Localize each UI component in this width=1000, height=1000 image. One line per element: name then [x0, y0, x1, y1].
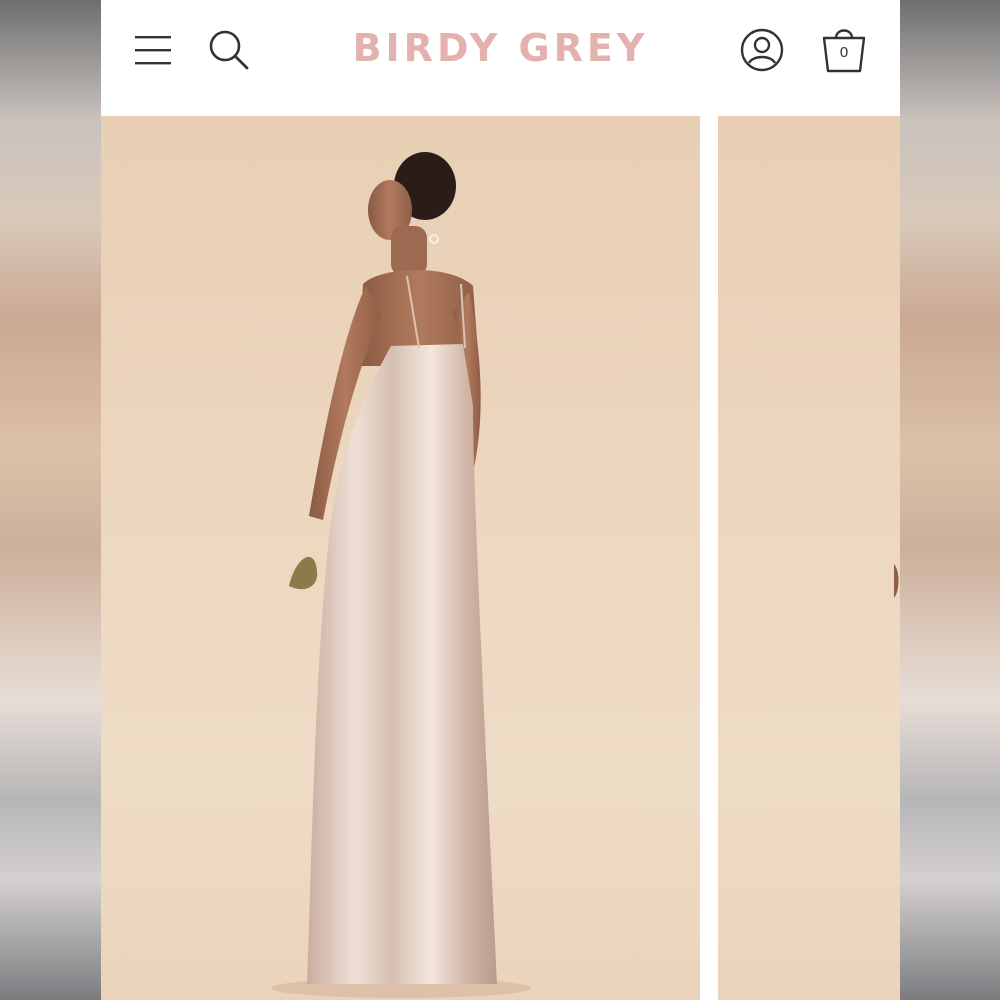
shopping-bag-button[interactable]: 0 — [819, 22, 869, 74]
product-image-gallery[interactable] — [101, 116, 900, 1000]
model-partial-view-image — [887, 564, 899, 642]
site-header: BIRDY GREY 0 — [101, 0, 900, 116]
product-image-current[interactable] — [101, 116, 700, 1000]
mobile-screen: BIRDY GREY 0 — [101, 0, 900, 1000]
bag-item-count: 0 — [839, 44, 849, 61]
account-icon[interactable] — [740, 28, 784, 72]
product-image-next[interactable] — [718, 116, 900, 1000]
blurred-background-right — [900, 0, 1000, 1000]
blurred-background-left — [0, 0, 101, 1000]
model-back-view-image — [271, 152, 531, 998]
